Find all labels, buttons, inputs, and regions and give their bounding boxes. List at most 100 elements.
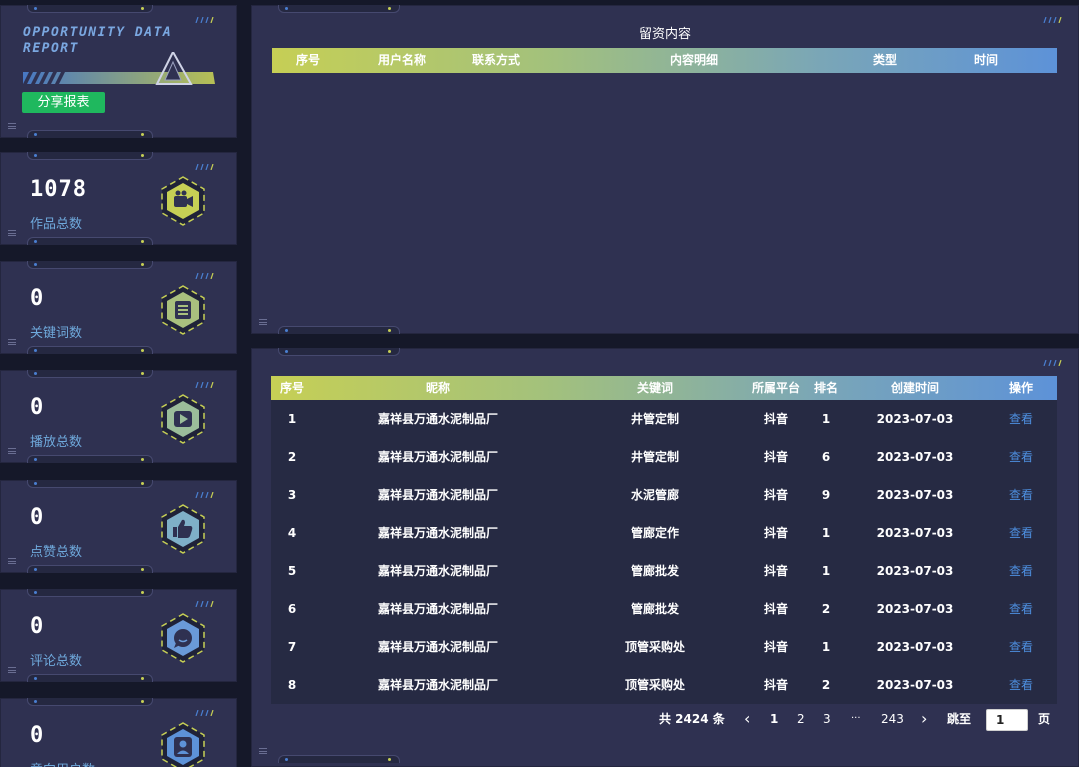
share-report-button[interactable]: 分享报表: [22, 92, 105, 113]
stat-value: 0: [30, 614, 45, 639]
page-button-2[interactable]: 2: [797, 708, 805, 730]
pagination-ellipsis[interactable]: ···: [851, 708, 861, 730]
panel-tab-decoration: [278, 326, 400, 334]
column-header: 昵称: [425, 381, 451, 395]
panel-tab-decoration: [27, 698, 153, 706]
cell-created: 2023-07-03: [876, 640, 954, 654]
column-header: 联系方式: [471, 53, 521, 67]
menu-corner-icon: [259, 319, 267, 325]
cell-keyword: 井管定制: [630, 412, 680, 426]
table-row: 5 嘉祥县万通水泥制品厂 管廊批发 抖音 1 2023-07-03 查看: [271, 552, 1057, 590]
cell-created: 2023-07-03: [876, 564, 954, 578]
video-icon: [161, 176, 205, 226]
cell-rank: 1: [821, 640, 831, 654]
menu-corner-icon: [8, 667, 16, 673]
cell-name: 嘉祥县万通水泥制品厂: [377, 640, 499, 654]
report-title-line1: OPPORTUNITY DATA: [23, 25, 173, 40]
cell-index: 4: [287, 526, 297, 540]
jump-label: 跳至: [947, 712, 972, 726]
column-header: 所属平台: [751, 381, 801, 395]
next-page-button[interactable]: ›: [921, 708, 927, 730]
cell-index: 5: [287, 564, 297, 578]
panel-tab-decoration: [27, 261, 153, 269]
page-button-3[interactable]: 3: [823, 708, 831, 730]
stat-label: 意向用户数: [30, 759, 95, 767]
view-link[interactable]: 查看: [1009, 514, 1033, 552]
view-link[interactable]: 查看: [1009, 476, 1033, 514]
page-suffix: 页: [1038, 712, 1051, 726]
cell-name: 嘉祥县万通水泥制品厂: [377, 602, 499, 616]
menu-corner-icon: [8, 558, 16, 564]
cell-rank: 9: [821, 488, 831, 502]
table-row: 4 嘉祥县万通水泥制品厂 管廊定作 抖音 1 2023-07-03 查看: [271, 514, 1057, 552]
slashes-decoration: [195, 382, 214, 388]
menu-corner-icon: [259, 748, 267, 754]
cell-index: 8: [287, 678, 297, 692]
cell-platform: 抖音: [763, 678, 789, 692]
stat-card-keywords: 0 关键词数: [0, 261, 237, 354]
panel-tab-decoration: [27, 5, 153, 13]
play-icon: [161, 394, 205, 444]
table-row: 6 嘉祥县万通水泥制品厂 管廊批发 抖音 2 2023-07-03 查看: [271, 590, 1057, 628]
page-jump-input[interactable]: [986, 709, 1028, 731]
view-link[interactable]: 查看: [1009, 628, 1033, 666]
stat-value: 1078: [30, 177, 87, 202]
prev-page-button[interactable]: ‹: [744, 708, 750, 730]
menu-corner-icon: [8, 123, 16, 129]
thumbs-up-icon: [161, 504, 205, 554]
cell-keyword: 顶管采购处: [624, 678, 686, 692]
cell-index: 3: [287, 488, 297, 502]
view-link[interactable]: 查看: [1009, 552, 1033, 590]
panel-tab-decoration: [27, 237, 153, 245]
view-link[interactable]: 查看: [1009, 590, 1033, 628]
cell-name: 嘉祥县万通水泥制品厂: [377, 412, 499, 426]
list-icon: [161, 285, 205, 335]
cell-platform: 抖音: [763, 412, 789, 426]
cell-rank: 1: [821, 526, 831, 540]
slashes-decoration: [195, 601, 214, 607]
cell-created: 2023-07-03: [876, 488, 954, 502]
stat-card-works: 1078 作品总数: [0, 152, 237, 245]
stat-card-comments: 0 评论总数: [0, 589, 237, 682]
menu-corner-icon: [8, 448, 16, 454]
cell-created: 2023-07-03: [876, 526, 954, 540]
cell-created: 2023-07-03: [876, 602, 954, 616]
column-header: 序号: [295, 53, 321, 67]
comment-icon: [161, 613, 205, 663]
slashes-decoration: [195, 273, 214, 279]
stat-label: 点赞总数: [30, 545, 83, 560]
column-header: 时间: [973, 53, 999, 67]
column-header: 内容明细: [669, 53, 719, 67]
cell-name: 嘉祥县万通水泥制品厂: [377, 450, 499, 464]
cell-keyword: 管廊批发: [630, 564, 680, 578]
view-link[interactable]: 查看: [1009, 666, 1033, 704]
page-button-last[interactable]: 243: [881, 708, 904, 730]
cell-created: 2023-07-03: [876, 678, 954, 692]
report-card: OPPORTUNITY DATA REPORT 分享报表: [0, 5, 237, 138]
panel-tab-decoration: [27, 152, 153, 160]
menu-corner-icon: [8, 230, 16, 236]
cell-keyword: 水泥管廊: [630, 488, 680, 502]
cell-name: 嘉祥县万通水泥制品厂: [377, 564, 499, 578]
column-header: 操作: [1008, 381, 1034, 395]
slashes-decoration: [195, 492, 214, 498]
stat-label: 播放总数: [30, 435, 83, 450]
panel-tab-decoration: [27, 455, 153, 463]
cell-name: 嘉祥县万通水泥制品厂: [377, 488, 499, 502]
view-link[interactable]: 查看: [1009, 400, 1033, 438]
panel-tab-decoration: [27, 370, 153, 378]
cell-platform: 抖音: [763, 564, 789, 578]
ranking-table-body: 1 嘉祥县万通水泥制品厂 井管定制 抖音 1 2023-07-03 查看 2 嘉…: [271, 400, 1057, 704]
cell-rank: 1: [821, 564, 831, 578]
cell-keyword: 管廊定作: [630, 526, 680, 540]
stat-value: 0: [30, 723, 45, 748]
table-row: 7 嘉祥县万通水泥制品厂 顶管采购处 抖音 1 2023-07-03 查看: [271, 628, 1057, 666]
slashes-decoration: [195, 164, 214, 170]
panel-tab-decoration: [27, 589, 153, 597]
stat-card-likes: 0 点赞总数: [0, 480, 237, 573]
view-link[interactable]: 查看: [1009, 438, 1033, 476]
cell-keyword: 顶管采购处: [624, 640, 686, 654]
slashes-decoration: [1043, 360, 1062, 366]
page-button-1[interactable]: 1: [770, 708, 778, 730]
menu-corner-icon: [8, 339, 16, 345]
